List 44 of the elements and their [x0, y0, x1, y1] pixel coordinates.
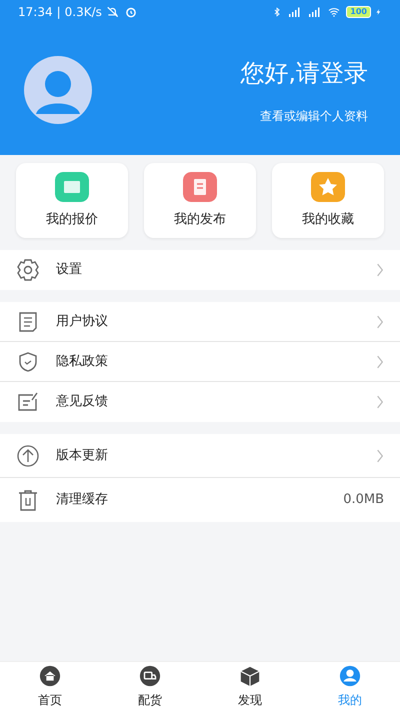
menu-item[interactable]: 意见反馈: [0, 382, 400, 422]
network-speed: 0.3K/s: [64, 4, 102, 21]
trash-icon: [16, 488, 40, 512]
chevron-right-icon: [376, 448, 384, 462]
shortcut-card[interactable]: 我的收藏: [272, 163, 384, 238]
chevron-right-icon: [376, 354, 384, 368]
menu-label: 设置: [56, 261, 83, 280]
battery-indicator: 100: [346, 6, 371, 18]
bluetooth-icon: [272, 5, 282, 19]
shortcut-label: 我的收藏: [302, 210, 354, 229]
box-icon: [239, 664, 261, 686]
mute-icon: [106, 5, 120, 19]
cache-size: 0.0MB: [343, 491, 384, 510]
home-icon: [39, 664, 61, 686]
menu-item[interactable]: 清理缓存 0.0MB: [0, 478, 400, 522]
alarm-icon: [124, 5, 138, 19]
upload-icon: [16, 444, 40, 468]
chevron-right-icon: [376, 263, 384, 277]
menu-item[interactable]: 设置: [0, 250, 400, 290]
tab-button[interactable]: 首页: [0, 662, 100, 711]
chevron-right-icon: [376, 395, 384, 409]
menu-label: 清理缓存: [56, 491, 109, 510]
menu-label: 隐私政策: [56, 352, 109, 371]
menu-label: 用户协议: [56, 312, 109, 331]
status-separator: |: [56, 4, 61, 21]
menu-item[interactable]: 版本更新: [0, 434, 400, 478]
menu-label: 版本更新: [56, 446, 109, 465]
menu-label: 意见反馈: [56, 393, 109, 412]
tab-button[interactable]: 配货: [100, 662, 200, 711]
gear-icon: [16, 258, 40, 282]
chevron-right-icon: [376, 314, 384, 328]
shortcut-label: 我的报价: [46, 210, 98, 229]
menu-item[interactable]: 隐私政策: [0, 342, 400, 382]
truck-icon: [139, 664, 161, 686]
menu-item[interactable]: 用户协议: [0, 302, 400, 342]
shortcut-card[interactable]: 我的发布: [144, 163, 256, 238]
signal-icon: [306, 6, 322, 18]
avatar[interactable]: [24, 56, 92, 124]
tab-button[interactable]: 发现: [200, 662, 300, 711]
signal-icon: [286, 6, 302, 18]
status-time: 17:34: [18, 4, 53, 21]
shortcut-label: 我的发布: [174, 210, 226, 229]
user-icon: [339, 664, 361, 686]
shortcut-card[interactable]: 我的报价: [16, 163, 128, 238]
